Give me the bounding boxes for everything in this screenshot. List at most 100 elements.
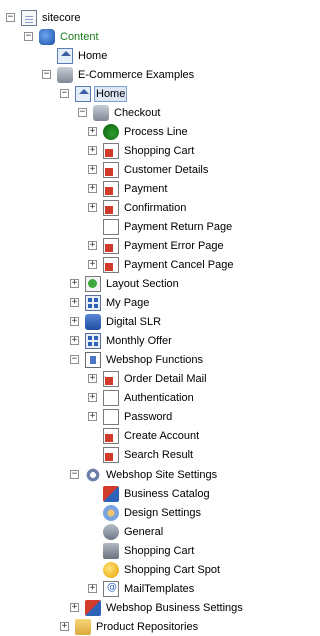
- expand-toggle[interactable]: +: [70, 603, 79, 612]
- node-label[interactable]: Business Catalog: [122, 486, 212, 502]
- expand-toggle[interactable]: +: [88, 412, 97, 421]
- node-label[interactable]: Product Repositories: [94, 619, 200, 635]
- tree-node-webshop-business-settings[interactable]: + Webshop Business Settings: [70, 598, 245, 617]
- tree-node-payment[interactable]: + Payment: [88, 179, 169, 198]
- node-label[interactable]: Payment Cancel Page: [122, 257, 235, 273]
- tree-node-monthly-offer[interactable]: + Monthly Offer: [70, 331, 174, 350]
- expand-toggle[interactable]: +: [70, 298, 79, 307]
- node-label[interactable]: Order Detail Mail: [122, 371, 209, 387]
- collapse-toggle[interactable]: −: [78, 108, 87, 117]
- tree-node-my-page[interactable]: + My Page: [70, 293, 151, 312]
- expand-toggle[interactable]: +: [88, 165, 97, 174]
- tree-node-home[interactable]: − Home: [60, 84, 128, 103]
- tree-node-layout-section[interactable]: + Layout Section: [70, 274, 181, 293]
- tree-node-customer-details[interactable]: + Customer Details: [88, 160, 210, 179]
- node-label[interactable]: Webshop Business Settings: [104, 600, 245, 616]
- node-label[interactable]: Confirmation: [122, 200, 188, 216]
- node-label[interactable]: Authentication: [122, 390, 196, 406]
- node-label[interactable]: Home: [76, 48, 109, 64]
- node-label[interactable]: Payment Return Page: [122, 219, 234, 235]
- document-icon: [103, 389, 119, 406]
- node-label[interactable]: Monthly Offer: [104, 333, 174, 349]
- tree-node-mail-templates[interactable]: + MailTemplates: [88, 579, 196, 598]
- tree-node-create-account[interactable]: Create Account: [88, 426, 201, 445]
- collapse-toggle[interactable]: −: [24, 32, 33, 41]
- tree-node-search-result[interactable]: Search Result: [88, 445, 195, 464]
- tree-node-confirmation[interactable]: + Confirmation: [88, 198, 188, 217]
- node-label[interactable]: Layout Section: [104, 276, 181, 292]
- expand-toggle[interactable]: +: [88, 584, 97, 593]
- tree-node-shopping-cart-spot[interactable]: Shopping Cart Spot: [88, 560, 222, 579]
- node-label[interactable]: General: [122, 524, 165, 540]
- node-label[interactable]: Digital SLR: [104, 314, 163, 330]
- node-label[interactable]: MailTemplates: [122, 581, 196, 597]
- node-label[interactable]: Process Line: [122, 124, 190, 140]
- tree-node-shopping-cart[interactable]: + Shopping Cart: [88, 141, 196, 160]
- collapse-toggle[interactable]: −: [6, 13, 15, 22]
- tree-node-payment-return[interactable]: Payment Return Page: [88, 217, 234, 236]
- palette-icon: [103, 504, 119, 521]
- tree-node-webshop-site-settings[interactable]: − Webshop Site Settings: [70, 465, 219, 484]
- tree-node-process-line[interactable]: + Process Line: [88, 122, 190, 141]
- content-icon: [39, 28, 55, 45]
- collapse-toggle[interactable]: −: [42, 70, 51, 79]
- collapse-toggle[interactable]: −: [70, 470, 79, 479]
- tree-node-content[interactable]: − Content: [24, 27, 101, 46]
- tree-node-payment-error[interactable]: + Payment Error Page: [88, 236, 226, 255]
- tree-node-business-catalog[interactable]: Business Catalog: [88, 484, 212, 503]
- expand-toggle[interactable]: +: [88, 127, 97, 136]
- tree-node-design-settings[interactable]: Design Settings: [88, 503, 203, 522]
- node-label[interactable]: My Page: [104, 295, 151, 311]
- expand-toggle[interactable]: +: [70, 279, 79, 288]
- tree-node-authentication[interactable]: + Authentication: [88, 388, 196, 407]
- node-label[interactable]: Payment Error Page: [122, 238, 226, 254]
- expand-toggle[interactable]: +: [88, 146, 97, 155]
- node-label[interactable]: Shopping Cart: [122, 143, 196, 159]
- tree-node-password[interactable]: + Password: [88, 407, 174, 426]
- node-label[interactable]: Payment: [122, 181, 169, 197]
- node-label[interactable]: Checkout: [112, 105, 162, 121]
- collapse-toggle[interactable]: −: [70, 355, 79, 364]
- collapse-toggle[interactable]: −: [60, 89, 69, 98]
- expand-toggle[interactable]: +: [88, 203, 97, 212]
- document-icon: [103, 142, 119, 159]
- expand-toggle[interactable]: +: [88, 393, 97, 402]
- node-label[interactable]: Design Settings: [122, 505, 203, 521]
- node-label[interactable]: Content: [58, 29, 101, 45]
- node-label[interactable]: Webshop Functions: [104, 352, 205, 368]
- tree-node-shopping-cart-setting[interactable]: Shopping Cart: [88, 541, 196, 560]
- node-label[interactable]: Home: [94, 85, 128, 102]
- tree-node-sitecore[interactable]: − sitecore: [6, 8, 83, 27]
- node-label[interactable]: Shopping Cart Spot: [122, 562, 222, 578]
- tree-node-checkout[interactable]: − Checkout: [78, 103, 162, 122]
- node-label[interactable]: Shopping Cart: [122, 543, 196, 559]
- tree-node-general[interactable]: General: [88, 522, 165, 541]
- expand-toggle[interactable]: +: [88, 241, 97, 250]
- expand-toggle[interactable]: +: [70, 336, 79, 345]
- content-tree: − sitecore − Content Home − E-Commerce E…: [0, 0, 258, 635]
- expand-toggle[interactable]: +: [88, 374, 97, 383]
- expand-toggle[interactable]: +: [88, 184, 97, 193]
- process-icon: [103, 123, 119, 140]
- tree-node-order-detail-mail[interactable]: + Order Detail Mail: [88, 369, 209, 388]
- tree-node-ecommerce[interactable]: − E-Commerce Examples: [42, 65, 196, 84]
- node-label[interactable]: Password: [122, 409, 174, 425]
- tree-node-payment-cancel[interactable]: + Payment Cancel Page: [88, 255, 235, 274]
- node-label[interactable]: Search Result: [122, 447, 195, 463]
- tree-node-digital-slr[interactable]: + Digital SLR: [70, 312, 163, 331]
- cart-icon: [103, 542, 119, 559]
- expand-toggle[interactable]: +: [70, 317, 79, 326]
- tree-node-webshop-functions[interactable]: − Webshop Functions: [70, 350, 205, 369]
- document-icon: [103, 161, 119, 178]
- node-label[interactable]: Create Account: [122, 428, 201, 444]
- node-label[interactable]: E-Commerce Examples: [76, 67, 196, 83]
- node-label[interactable]: sitecore: [40, 10, 83, 26]
- expand-toggle[interactable]: +: [88, 260, 97, 269]
- tree-node-product-repositories[interactable]: + Product Repositories: [60, 617, 200, 636]
- node-label[interactable]: Customer Details: [122, 162, 210, 178]
- node-label[interactable]: Webshop Site Settings: [104, 467, 219, 483]
- tree-node-home-top[interactable]: Home: [42, 46, 109, 65]
